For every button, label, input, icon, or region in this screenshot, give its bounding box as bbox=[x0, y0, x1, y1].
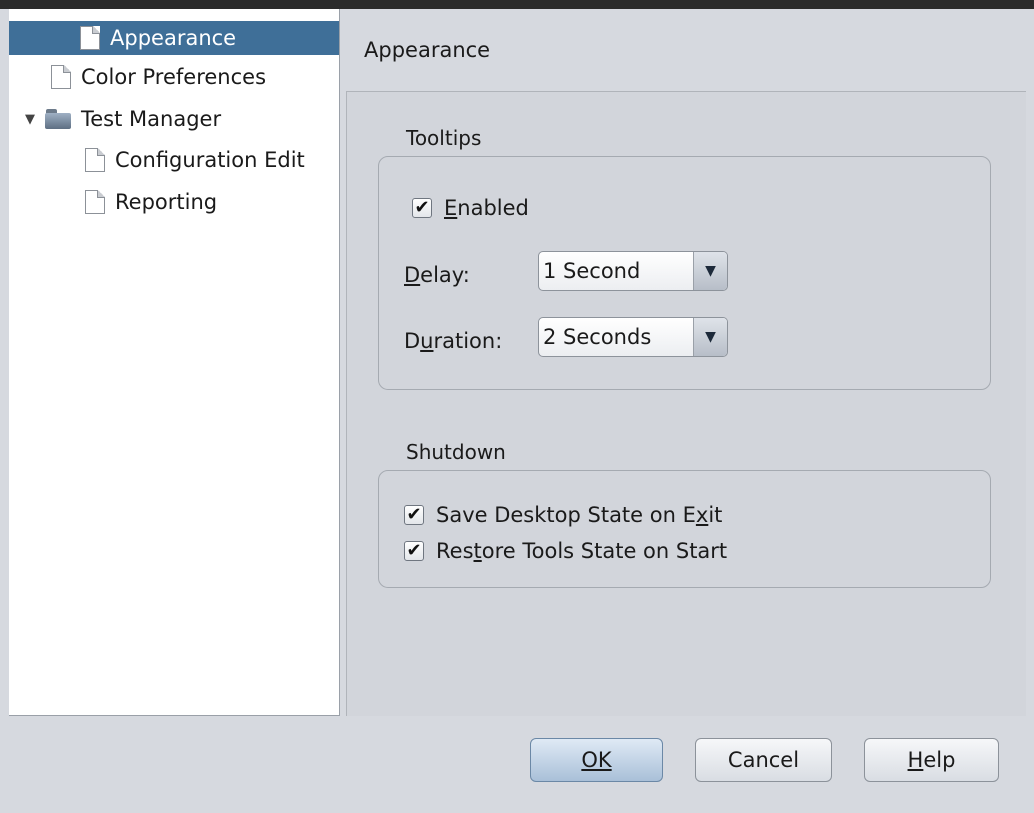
tooltips-section-label: Tooltips bbox=[406, 126, 482, 150]
mnemonic-t: t bbox=[473, 539, 482, 563]
save-desktop-state-checkbox[interactable]: ✔ Save Desktop State on Exit bbox=[404, 503, 722, 527]
delay-label: Delay: bbox=[404, 263, 470, 287]
tree-item-test-manager[interactable]: ▼ Test Manager bbox=[25, 102, 221, 136]
checkbox-label: Save Desktop State on Exit bbox=[436, 503, 723, 527]
delay-combobox[interactable]: 1 Second ▼ bbox=[538, 251, 728, 291]
cancel-button-label: Cancel bbox=[727, 748, 800, 772]
tooltips-enabled-checkbox[interactable]: ✔ Enabled bbox=[412, 196, 529, 220]
checkbox-label: Restore Tools State on Start bbox=[436, 539, 728, 563]
tree-item-appearance[interactable]: Appearance bbox=[9, 21, 339, 55]
delay-value: 1 Second bbox=[543, 259, 641, 283]
shutdown-section-label: Shutdown bbox=[406, 440, 506, 464]
mnemonic-h: H bbox=[907, 748, 924, 772]
mnemonic-x: x bbox=[695, 503, 709, 527]
chevron-down-icon[interactable]: ▼ bbox=[693, 252, 727, 290]
check-icon: ✔ bbox=[406, 540, 422, 561]
expand-arrow-icon[interactable]: ▼ bbox=[25, 112, 39, 127]
duration-label: Duration: bbox=[404, 329, 503, 353]
tree-item-label: Reporting bbox=[115, 190, 218, 214]
window-top-border bbox=[0, 0, 1034, 9]
preferences-dialog: Appearance Color Preferences ▼ Test Mana… bbox=[0, 0, 1034, 813]
page-icon bbox=[80, 26, 100, 50]
preferences-tree[interactable]: Appearance Color Preferences ▼ Test Mana… bbox=[9, 9, 340, 716]
tree-item-reporting[interactable]: Reporting bbox=[85, 185, 217, 219]
page-title: Appearance bbox=[364, 38, 491, 62]
tooltips-group: ✔ Enabled Delay: 1 Second ▼ Duration: 2 … bbox=[378, 156, 991, 390]
settings-panel: Tooltips ✔ Enabled Delay: 1 Second ▼ Dur… bbox=[346, 91, 1026, 716]
checkbox-box[interactable]: ✔ bbox=[404, 541, 424, 561]
page-icon bbox=[85, 148, 105, 172]
chevron-down-icon[interactable]: ▼ bbox=[693, 318, 727, 356]
duration-value: 2 Seconds bbox=[543, 325, 652, 349]
check-icon: ✔ bbox=[414, 197, 430, 218]
help-button-label: Help bbox=[907, 748, 956, 772]
restore-tools-state-checkbox[interactable]: ✔ Restore Tools State on Start bbox=[404, 539, 727, 563]
cancel-button[interactable]: Cancel bbox=[695, 738, 832, 782]
checkbox-box[interactable]: ✔ bbox=[404, 505, 424, 525]
tree-item-label: Configuration Edit bbox=[115, 148, 305, 172]
enabled-label-rest: nabled bbox=[457, 196, 529, 220]
tree-item-color-preferences[interactable]: Color Preferences bbox=[51, 60, 266, 94]
folder-icon bbox=[45, 109, 71, 129]
page-icon bbox=[51, 65, 71, 89]
ok-button-label: OK bbox=[581, 748, 612, 772]
shutdown-group: ✔ Save Desktop State on Exit ✔ Restore T… bbox=[378, 470, 991, 588]
mnemonic-d: D bbox=[404, 263, 421, 287]
tree-item-label: Color Preferences bbox=[81, 65, 267, 89]
duration-combobox[interactable]: 2 Seconds ▼ bbox=[538, 317, 728, 357]
tree-item-label: Appearance bbox=[110, 26, 237, 50]
checkbox-label: Enabled bbox=[444, 196, 529, 220]
tree-item-configuration-edit[interactable]: Configuration Edit bbox=[85, 143, 305, 177]
check-icon: ✔ bbox=[406, 504, 422, 525]
mnemonic-u: u bbox=[420, 329, 434, 353]
ok-button[interactable]: OK bbox=[530, 738, 663, 782]
tree-item-label: Test Manager bbox=[81, 107, 222, 131]
mnemonic-e: E bbox=[444, 196, 458, 220]
help-button[interactable]: Help bbox=[864, 738, 999, 782]
checkbox-box[interactable]: ✔ bbox=[412, 198, 432, 218]
page-icon bbox=[85, 190, 105, 214]
